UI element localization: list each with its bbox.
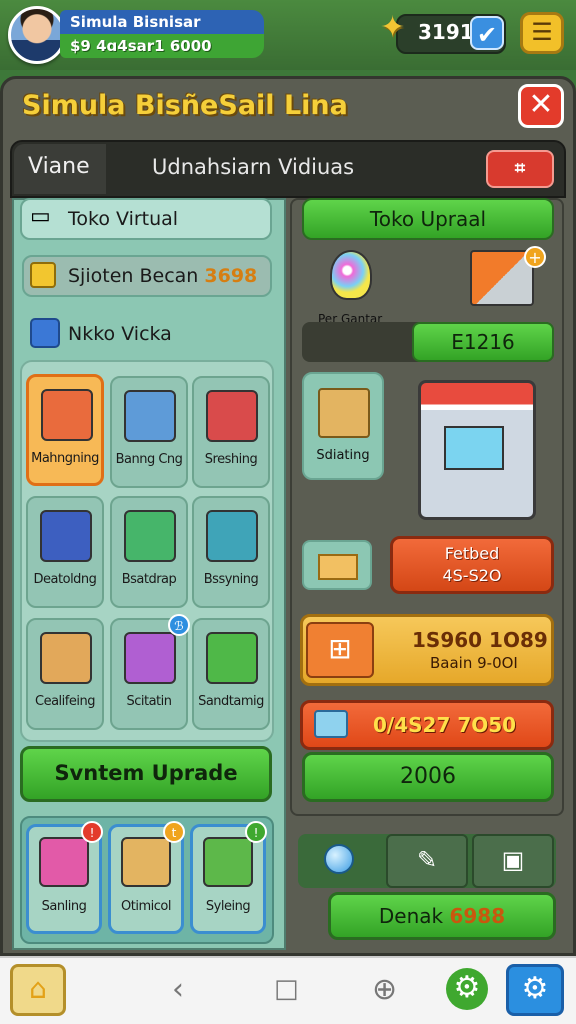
- grid-tile[interactable]: Banng Cng: [110, 376, 188, 488]
- box-icon: [203, 837, 253, 887]
- box-icon: [124, 390, 176, 442]
- bottom-tile[interactable]: Otimicol t: [108, 821, 185, 934]
- green-value-bar[interactable]: 2006: [302, 752, 554, 802]
- box-icon: [40, 632, 92, 684]
- player-money: $9 4ɑ4sar1 6000: [60, 34, 264, 58]
- tile-label: Deatoldng: [33, 572, 97, 587]
- home-icon[interactable]: ⌂: [10, 964, 66, 1016]
- fetbed-value: 4S-S2O: [442, 566, 502, 585]
- donate-label: Denak: [378, 904, 444, 928]
- coin-stack-icon: ✦: [380, 10, 406, 45]
- tab-title[interactable]: Udnahsiarn Vidiuas: [152, 155, 354, 179]
- ticket-button[interactable]: [302, 540, 372, 590]
- basket-sub-value: Baain 9-0OI: [430, 654, 518, 672]
- grid-tile[interactable]: Bssyning: [192, 496, 270, 608]
- system-balance-pill: Sjioten Becan 3698: [22, 255, 272, 297]
- grid-tile[interactable]: Cealifeing: [26, 618, 104, 730]
- grid-tile[interactable]: Deatoldng: [26, 496, 104, 608]
- plus-icon[interactable]: +: [524, 246, 546, 268]
- basket-icon: ⊞: [306, 622, 374, 678]
- box-slot[interactable]: ▣: [472, 834, 554, 888]
- donate-button[interactable]: Denak 6988: [328, 892, 556, 940]
- player-avatar[interactable]: [8, 6, 66, 64]
- tile-badge: !: [245, 821, 267, 843]
- tool-slot[interactable]: ✎: [386, 834, 468, 888]
- store-display-icon: [444, 426, 504, 470]
- bottom-tile[interactable]: Syleing !: [190, 821, 267, 934]
- tab-view[interactable]: Viane: [14, 144, 106, 194]
- package-icon: [318, 388, 370, 438]
- bottom-tile[interactable]: Sanling !: [26, 821, 103, 934]
- box-icon: [124, 510, 176, 562]
- cube-icon: [30, 318, 60, 348]
- box-icon: [206, 632, 258, 684]
- fetbed-label: Fetbed: [444, 544, 500, 563]
- grid-tile[interactable]: Bsatdrap: [110, 496, 188, 608]
- selling-label: Sdiating: [316, 448, 370, 463]
- globe-icon[interactable]: ⊕: [372, 972, 397, 1007]
- back-icon[interactable]: ‹: [172, 972, 184, 1007]
- grid-tile[interactable]: Sandtamig: [192, 618, 270, 730]
- tile-label: Scitatin: [126, 694, 172, 709]
- tile-label: Banng Cng: [115, 452, 183, 467]
- gear-icon[interactable]: ⚙: [446, 968, 488, 1010]
- donate-value: 6988: [449, 904, 506, 928]
- ticket-icon: [318, 554, 358, 580]
- recents-icon[interactable]: □: [274, 974, 299, 1004]
- player-info: Simula Bisnisar $9 4ɑ4sar1 6000: [60, 10, 264, 58]
- tile-label: Sandtamig: [198, 694, 264, 709]
- panel-title: Simula BisñeSail Lina: [22, 90, 348, 121]
- tile-label: Cealifeing: [35, 694, 95, 709]
- stat-value: E1216: [412, 322, 554, 362]
- tile-label: Bssyning: [203, 572, 259, 587]
- toko-upgrade-button[interactable]: Toko Upraal: [302, 198, 554, 240]
- tile-label: Bsatdrap: [121, 572, 177, 587]
- box-icon: [40, 510, 92, 562]
- box-icon: [41, 389, 93, 441]
- coin-value: 3191: [418, 20, 474, 44]
- player-name: Simula Bisnisar: [60, 10, 264, 34]
- cheese-icon: [30, 262, 56, 288]
- pipe-icon: ▭: [30, 204, 51, 229]
- ticket-icon: [314, 710, 348, 738]
- system-upgrade-button[interactable]: Svntem Uprade: [20, 746, 272, 802]
- box-icon: [121, 837, 171, 887]
- close-button[interactable]: ✕: [518, 84, 564, 128]
- toko-virtual-header[interactable]: Toko Virtual: [20, 198, 272, 240]
- box-icon: [206, 510, 258, 562]
- system-label: Sjioten Becan: [68, 265, 199, 287]
- tab-grid-button[interactable]: ⌗: [486, 150, 554, 188]
- box-icon: [206, 390, 258, 442]
- box-icon: [39, 837, 89, 887]
- grid-tile[interactable]: Scitatin ℬ: [110, 614, 190, 730]
- system-value: 3698: [204, 265, 258, 287]
- nv-label: Nkko Vicka: [68, 323, 172, 345]
- box-icon: [124, 632, 176, 684]
- checkmark-icon[interactable]: ✔: [470, 16, 504, 50]
- tile-label: Syleing: [205, 899, 251, 914]
- tile-badge: ℬ: [168, 614, 190, 636]
- menu-button[interactable]: ☰: [520, 12, 564, 54]
- lightbulb-icon: [330, 250, 372, 300]
- grid-tile[interactable]: Mahngning: [26, 374, 104, 486]
- basket-value: 1S960 1O89: [412, 628, 548, 652]
- tile-label: Sreshing: [204, 452, 258, 467]
- tile-label: Otimicol: [121, 899, 171, 914]
- grid-tile[interactable]: Sreshing: [192, 376, 270, 488]
- tile-badge: !: [81, 821, 103, 843]
- tile-badge: t: [163, 821, 185, 843]
- orb-icon[interactable]: [324, 844, 354, 874]
- tile-label: Mahngning: [31, 451, 99, 466]
- fetbed-button[interactable]: Fetbed 4S-S2O: [390, 536, 554, 594]
- tile-label: Sanling: [41, 899, 87, 914]
- settings-icon[interactable]: ⚙: [506, 964, 564, 1016]
- selling-tile[interactable]: Sdiating: [302, 372, 384, 480]
